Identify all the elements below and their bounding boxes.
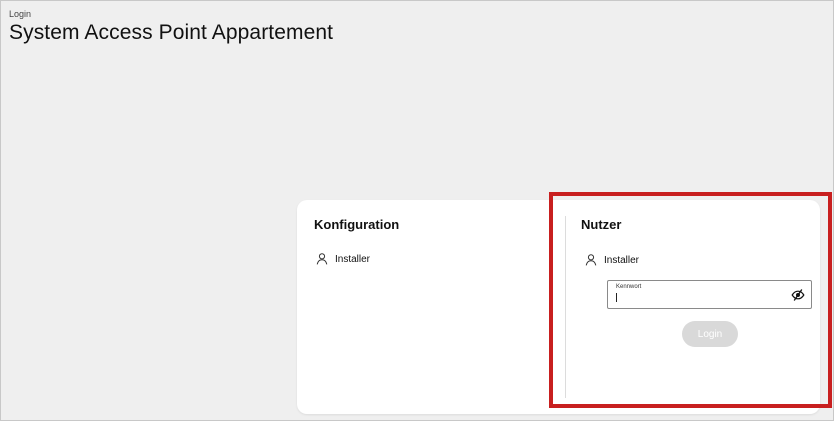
user-icon bbox=[315, 252, 329, 266]
installer-user-option-nutzer[interactable]: Installer bbox=[584, 253, 639, 267]
app-window: Login System Access Point Appartement Ko… bbox=[0, 0, 834, 421]
page-header: Login System Access Point Appartement bbox=[9, 9, 333, 46]
section-title-nutzer: Nutzer bbox=[581, 217, 622, 232]
nutzer-section: Nutzer Installer Kennwort Login bbox=[569, 200, 820, 414]
user-icon bbox=[584, 253, 598, 267]
breadcrumb: Login bbox=[9, 9, 32, 19]
page-title: System Access Point Appartement bbox=[9, 21, 334, 44]
password-label: Kennwort bbox=[616, 284, 642, 290]
installer-user-label: Installer bbox=[604, 254, 640, 266]
installer-user-option-configuration[interactable]: Installer bbox=[315, 252, 370, 266]
eye-slash-icon[interactable] bbox=[791, 288, 805, 307]
installer-user-label: Installer bbox=[335, 253, 371, 265]
konfiguration-section: Konfiguration Installer bbox=[297, 200, 565, 414]
section-title-konfiguration: Konfiguration bbox=[314, 217, 400, 232]
login-card: Konfiguration Installer Nutzer Installer… bbox=[297, 200, 820, 414]
password-field[interactable]: Kennwort bbox=[607, 280, 812, 309]
section-divider bbox=[565, 216, 566, 398]
login-button[interactable]: Login bbox=[682, 321, 738, 347]
text-cursor bbox=[616, 293, 617, 302]
